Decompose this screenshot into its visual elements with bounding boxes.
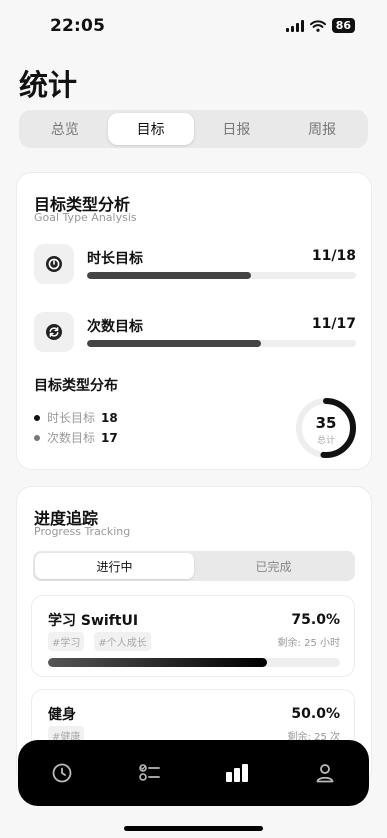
goal-type-name: 次数目标 [87,319,143,335]
goal-tags: #学习 #个人成长 [48,632,151,651]
timer-icon-box [34,244,74,284]
tab-bar-profile[interactable] [295,748,355,798]
statistics-screen: 22:05 86 统计 总览 目标 日报 周报 目标类型分析 Goal Type… [0,0,387,838]
legend-dot [34,414,40,421]
goal-type-count: 11/18 [311,248,356,264]
goal-progress-track [48,658,340,667]
progress-track [87,340,356,347]
person-icon [316,764,334,783]
progress-segment-control: 进行中 已完成 [33,551,355,581]
battery-indicator: 86 [331,18,355,33]
tab-goals[interactable]: 目标 [107,113,194,145]
goal-percent: 75.0% [291,612,340,628]
goal-type-name: 时长目标 [87,251,143,267]
bottom-tab-bar [18,740,369,806]
status-bar: 22:05 86 [0,14,387,40]
goal-tag: #个人成长 [94,632,151,651]
timer-icon [46,256,62,272]
tab-bar-stats[interactable] [207,748,267,798]
repeat-icon [46,324,62,340]
status-time: 22:05 [50,16,106,36]
goal-percent: 50.0% [291,706,340,722]
tab-bar-timer[interactable] [32,748,92,798]
goal-card[interactable]: 学习 SwiftUI 75.0% #学习 #个人成长 剩余: 25 小时 [31,595,355,677]
legend-value: 18 [101,410,118,425]
donut-total: 35 [315,414,337,432]
segment-in-progress[interactable]: 进行中 [35,553,194,579]
checklist-icon [138,764,160,781]
legend-item: 时长目标 18 [34,409,118,426]
segment-completed[interactable]: 已完成 [194,553,353,579]
progress-track [87,272,356,279]
legend-value: 17 [101,430,118,445]
goal-tag: #学习 [48,632,85,651]
tab-daily[interactable]: 日报 [194,113,280,145]
progress-fill [87,272,252,279]
legend-label: 时长目标 [47,411,96,425]
duration-goal-row: 时长目标 11/18 [34,244,356,284]
goal-title: 学习 SwiftUI [48,613,139,629]
page-title: 统计 [19,68,78,102]
repeat-icon-box [34,312,74,352]
tab-weekly[interactable]: 周报 [279,113,365,145]
goal-remaining: 剩余: 25 小时 [277,638,340,649]
goal-title: 健身 [48,707,76,723]
cellular-signal-icon [285,19,304,32]
stats-tabs: 总览 目标 日报 周报 [19,110,368,148]
card-subtitle: Progress Tracking [34,525,131,538]
progress-fill [87,340,262,347]
goal-type-analysis-card: 目标类型分析 Goal Type Analysis 时长目标 11/18 次数目… [16,172,372,470]
tab-overview[interactable]: 总览 [22,113,108,145]
legend-item: 次数目标 17 [34,429,118,446]
goal-type-count: 11/17 [311,316,356,332]
legend-dot [34,434,40,441]
donut-total-label: 总计 [316,436,335,446]
clock-icon [52,763,72,783]
distribution-title: 目标类型分布 [34,378,118,394]
bar-chart-icon [226,764,249,782]
card-subtitle: Goal Type Analysis [34,211,137,224]
count-goal-row: 次数目标 11/17 [34,312,356,352]
status-icons: 86 [285,18,355,33]
distribution-donut: 35 总计 [295,397,357,459]
goal-progress-fill [48,658,267,667]
home-indicator [124,826,263,831]
legend-label: 次数目标 [47,431,96,445]
tab-bar-goals[interactable] [120,748,180,798]
wifi-icon [309,19,326,32]
